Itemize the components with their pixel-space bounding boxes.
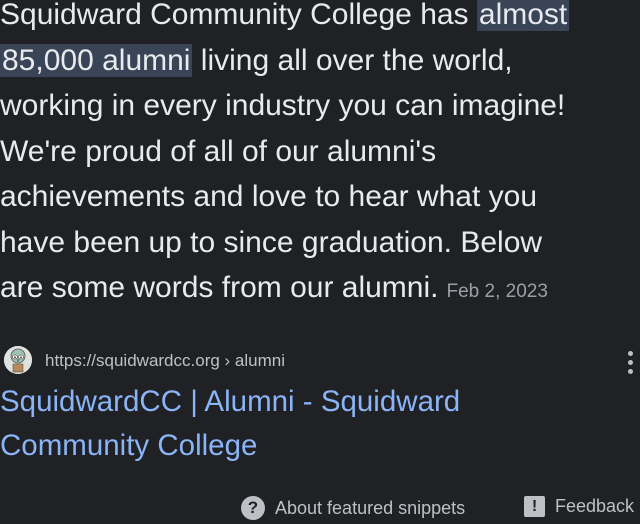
snippet-line-4: We're proud of all of our alumni's bbox=[0, 134, 437, 168]
about-label: About featured snippets bbox=[275, 497, 466, 518]
feedback-label: Feedback bbox=[555, 496, 635, 516]
result-title-link[interactable]: SquidwardCC | Alumni - Squidward Communi… bbox=[0, 380, 640, 468]
result-url[interactable]: https://squidwardcc.org › alumni bbox=[45, 351, 285, 371]
result-title-line-2[interactable]: Community College bbox=[0, 424, 640, 468]
more-vert-icon[interactable] bbox=[626, 351, 634, 377]
snippet-highlight: almost bbox=[476, 0, 570, 31]
snippet-text: Squidward Community College has bbox=[0, 0, 477, 31]
about-featured-snippets-button[interactable]: ? About featured snippets bbox=[241, 496, 465, 520]
snippet-footer: ? About featured snippets ! Feedback bbox=[0, 494, 640, 524]
snippet-date: Feb 2, 2023 bbox=[446, 281, 548, 302]
snippet-line-6: have been up to since graduation. Below bbox=[0, 225, 543, 259]
result-title-line-1[interactable]: SquidwardCC | Alumni - Squidward bbox=[0, 380, 640, 424]
feedback-button[interactable]: ! Feedback bbox=[524, 496, 634, 517]
snippet-text: living all over the world, bbox=[192, 43, 513, 77]
squidward-favicon-icon bbox=[4, 346, 32, 374]
snippet-highlight: 85,000 alumni bbox=[0, 43, 193, 77]
url-breadcrumb: › alumni bbox=[219, 351, 285, 370]
url-domain: https://squidwardcc.org bbox=[45, 351, 220, 370]
snippet-line-5: achievements and love to hear what you bbox=[0, 180, 537, 213]
snippet-line-7: are some words from our alumni. Feb 2, 20… bbox=[0, 265, 640, 311]
snippet-line-3: working in every industry you can imagin… bbox=[0, 89, 566, 122]
snippet-text: are some words from our alumni. bbox=[0, 271, 439, 304]
snippet-line-2: 85,000 alumni living all over the world, bbox=[0, 38, 640, 84]
result-source[interactable]: https://squidwardcc.org › alumni bbox=[0, 342, 640, 382]
help-icon: ? bbox=[241, 496, 265, 520]
featured-snippet-text: Squidward Community College has almost 8… bbox=[0, 0, 640, 311]
snippet-line-1: Squidward Community College has almost bbox=[0, 0, 640, 38]
feedback-icon: ! bbox=[524, 496, 545, 517]
